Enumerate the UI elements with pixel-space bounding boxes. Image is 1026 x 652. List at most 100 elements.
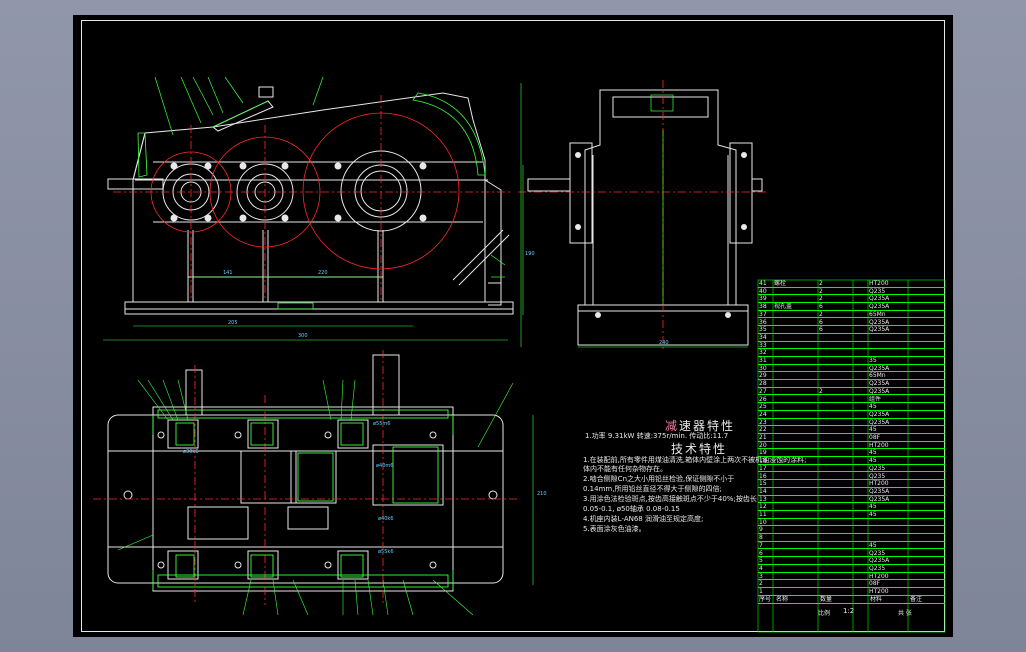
- bom-cell-no: 4: [759, 564, 763, 572]
- bom-row: 37 2 65Mn: [758, 311, 945, 319]
- bom-cell-no: 17: [759, 464, 767, 472]
- bom-cell-mat: 45: [869, 503, 877, 511]
- bom-row: 40 2 Q235: [758, 288, 945, 296]
- bom-cell-mat: Q235A: [869, 495, 890, 503]
- bom-cell-name: 螺栓: [774, 280, 787, 287]
- bom-cell-mat: 65Mn: [869, 372, 886, 380]
- dim-phi-40: ø40m6: [376, 463, 393, 469]
- tech-item: 体内不能有任何杂物存在。: [583, 465, 667, 473]
- bom-row: 9: [758, 526, 945, 535]
- bom-row: 35 6 Q235A: [758, 326, 945, 334]
- bom-cell-no: 9: [759, 526, 763, 534]
- bom-cell-mat: Q235: [869, 287, 886, 295]
- bom-row: 24 Q235A: [758, 411, 945, 419]
- bom-cell-no: 37: [759, 310, 767, 318]
- bom-cell-no: 12: [759, 503, 767, 511]
- dim-phi-40b: ø40k6: [378, 516, 394, 522]
- bom-cell-no: 33: [759, 341, 767, 349]
- bom-row: 23 Q235A: [758, 419, 945, 427]
- side-dimensions: [520, 83, 748, 348]
- bom-cell-mat: HT200: [869, 280, 889, 287]
- bom-header-qty: 数量: [820, 595, 833, 603]
- bom-row: 20 HT200: [758, 442, 945, 450]
- title-block-scale: 1:2: [843, 606, 855, 615]
- bom-row: 34: [758, 334, 945, 342]
- bom-cell-mat: HT200: [869, 480, 889, 488]
- bom-cell-qty: 2: [819, 295, 823, 303]
- dim-side-height: 190: [525, 251, 535, 257]
- dim-front-total: 300: [298, 333, 308, 339]
- drawing-canvas[interactable]: 300 205 141 220 240 190 ø55m6 ø40m6 ø30k…: [73, 15, 953, 637]
- bom-cell-no: 28: [759, 380, 767, 388]
- bom-cell-no: 14: [759, 487, 767, 495]
- bom-cell-mat: 08F: [869, 434, 881, 441]
- bom-row: 10: [758, 519, 945, 527]
- bom-row: 41 螺栓 2 HT200: [758, 280, 945, 288]
- bom-row: 38 视孔盖 6 Q235A: [758, 303, 945, 311]
- front-pitch-circles: [113, 95, 513, 300]
- bom-row: 6 Q235: [758, 550, 945, 558]
- bom-row: 26 组件: [758, 396, 945, 404]
- bom-row: 8: [758, 534, 945, 542]
- dim-phi-55b: ø55k6: [378, 549, 394, 555]
- bom-row: 1 HT200: [758, 588, 945, 596]
- bom-cell-qty: 2: [819, 280, 823, 287]
- bom-cell-no: 5: [759, 557, 763, 565]
- bom-cell-no: 1: [759, 588, 763, 595]
- title-block-scale-label: 比例: [818, 609, 831, 617]
- bom-cell-no: 21: [759, 434, 767, 441]
- bom-cell-mat: 45: [869, 403, 877, 411]
- bom-cell-qty: 6: [819, 303, 823, 311]
- tech-item: 0.14mm,所用铅丝直径不得大于侧隙的四倍;: [583, 485, 722, 493]
- bom-cell-qty: 2: [819, 310, 823, 318]
- bom-row: 32: [758, 349, 945, 357]
- bom-header-mat: 材料: [870, 595, 883, 603]
- bom-cell-no: 3: [759, 572, 763, 580]
- bom-cell-no: 34: [759, 333, 767, 341]
- bom-cell-name: 视孔盖: [774, 303, 793, 311]
- side-hatch: [650, 94, 674, 305]
- bom-cell-mat: Q235A: [869, 364, 890, 372]
- tech-item: 5.表面涂灰色油漆。: [583, 525, 646, 533]
- bom-row: 27 2 Q235A: [758, 388, 945, 396]
- bom-row: 7 45: [758, 542, 945, 550]
- bom-cell-no: 23: [759, 418, 767, 426]
- bom-cell-no: 35: [759, 326, 767, 334]
- bom-row: 21 08F: [758, 434, 945, 442]
- bom-row: 39 2 Q235A: [758, 295, 945, 304]
- bom-cell-no: 29: [759, 372, 767, 380]
- bom-cell-no: 27: [759, 387, 767, 395]
- bom-cell-mat: 65Mn: [869, 310, 886, 318]
- bom-header-note: 备注: [910, 595, 923, 603]
- bom-cell-no: 31: [759, 357, 767, 364]
- tech-item: 3.用涂色法检验斑点,按齿高接触斑点不少于40%;按齿长: [583, 495, 757, 503]
- bom-row: 25 45: [758, 403, 945, 411]
- bom-row: 19 45: [758, 449, 945, 458]
- dim-plan-depth: 210: [537, 491, 547, 497]
- bom-cell-no: 2: [759, 580, 763, 588]
- bom-cell-mat: Q235A: [869, 326, 890, 334]
- bom-row: 13 Q235A: [758, 496, 945, 504]
- bom-cell-no: 11: [759, 511, 767, 518]
- bom-row: 31 35: [758, 357, 945, 365]
- bom-cell-mat: HT200: [869, 441, 889, 449]
- bom-cell-mat: Q235A: [869, 557, 890, 565]
- bom-cell-mat: Q235A: [869, 487, 890, 495]
- bom-cell-no: 16: [759, 472, 767, 480]
- plan-view: [107, 354, 504, 592]
- dim-side-width: 240: [659, 340, 669, 346]
- bom-cell-mat: Q235: [869, 472, 886, 480]
- bom-cell-no: 41: [759, 280, 767, 287]
- bom-header-no: 序号: [759, 595, 772, 603]
- bom-cell-no: 36: [759, 318, 767, 326]
- bom-cell-no: 25: [759, 403, 767, 411]
- bom-row: 28 Q235A: [758, 380, 945, 388]
- dim-phi-30: ø30k6: [183, 449, 199, 455]
- bom-cell-no: 13: [759, 495, 767, 503]
- bom-cell-no: 24: [759, 410, 767, 418]
- bom-cell-mat: Q235A: [869, 387, 890, 395]
- dim-phi-55: ø55m6: [373, 421, 390, 427]
- bom-cell-mat: 组件: [869, 395, 882, 403]
- plan-centerlines: [93, 350, 518, 605]
- bom-cell-no: 20: [759, 441, 767, 449]
